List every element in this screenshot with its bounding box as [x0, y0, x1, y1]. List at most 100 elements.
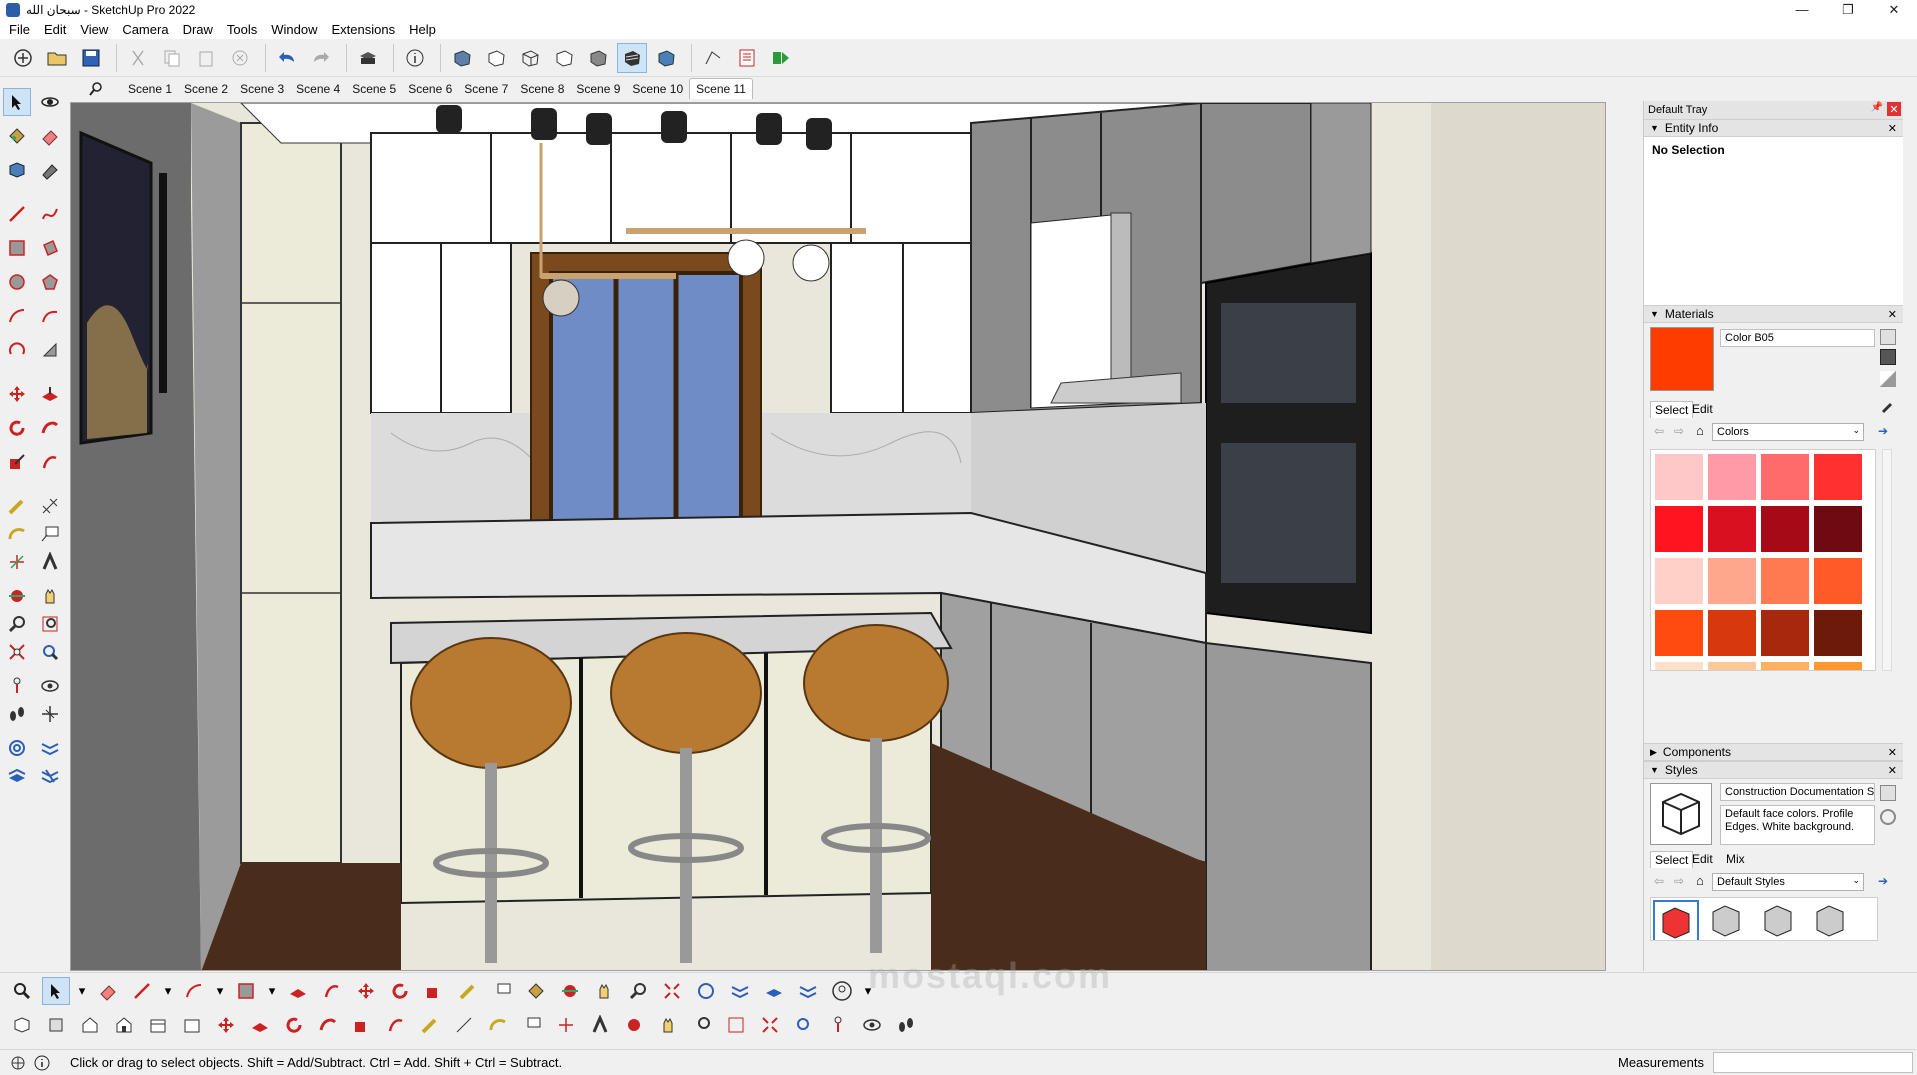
- arc-tool-icon[interactable]: [180, 977, 208, 1005]
- styles-header[interactable]: ▼ Styles ✕: [1644, 761, 1903, 779]
- select-tool-icon[interactable]: [42, 977, 70, 1005]
- material-swatch[interactable]: [1708, 610, 1756, 656]
- top-view-icon[interactable]: [42, 1011, 70, 1039]
- hidden-line-icon[interactable]: [549, 43, 579, 73]
- text-tool-icon[interactable]: [518, 1011, 546, 1039]
- three-point-arc-icon[interactable]: [3, 336, 31, 364]
- close-icon[interactable]: ✕: [1888, 764, 1897, 777]
- model-info-icon[interactable]: [400, 43, 430, 73]
- sandbox-from-contours-icon[interactable]: [692, 977, 720, 1005]
- material-swatch[interactable]: [1761, 454, 1809, 500]
- menu-tools[interactable]: Tools: [220, 22, 264, 37]
- tab-scene-1[interactable]: Scene 1: [122, 79, 178, 99]
- offset-tool-icon[interactable]: [36, 448, 64, 476]
- back-arrow-icon[interactable]: ⇦: [1654, 874, 1664, 888]
- previous-view-icon[interactable]: [36, 638, 64, 666]
- tab-scene-9[interactable]: Scene 9: [570, 79, 626, 99]
- forward-arrow-icon[interactable]: ⇨: [1674, 874, 1684, 888]
- shaded-textures-icon[interactable]: [617, 42, 647, 73]
- xray-style-icon[interactable]: [447, 43, 477, 73]
- material-library-dropdown[interactable]: Colors ⌄: [1712, 423, 1864, 441]
- orbit-icon[interactable]: [620, 1011, 648, 1039]
- paste-icon[interactable]: [191, 43, 221, 73]
- left-view-icon[interactable]: [178, 1011, 206, 1039]
- tab-scene-4[interactable]: Scene 4: [290, 79, 346, 99]
- smoove-icon[interactable]: [3, 762, 31, 790]
- menu-edit[interactable]: Edit: [37, 22, 73, 37]
- back-arrow-icon[interactable]: ⇦: [1654, 424, 1664, 438]
- zoom-extents-icon[interactable]: [756, 1011, 784, 1039]
- tab-scene-11[interactable]: Scene 11: [689, 78, 753, 99]
- move-tool-icon[interactable]: [212, 1011, 240, 1039]
- back-edges-icon[interactable]: [481, 43, 511, 73]
- zoom-extents-icon[interactable]: [3, 638, 31, 666]
- scale-tool-icon[interactable]: [348, 1011, 376, 1039]
- shaded-icon[interactable]: [583, 43, 613, 73]
- forward-arrow-icon[interactable]: ⇨: [1674, 424, 1684, 438]
- tab-scene-5[interactable]: Scene 5: [346, 79, 402, 99]
- right-view-icon[interactable]: [110, 1011, 138, 1039]
- pie-tool-icon[interactable]: [36, 336, 64, 364]
- current-material-swatch[interactable]: [1650, 327, 1714, 391]
- orbit-icon[interactable]: [556, 977, 584, 1005]
- material-swatch[interactable]: [1655, 662, 1703, 670]
- front-view-icon[interactable]: [76, 1011, 104, 1039]
- 3d-text-icon[interactable]: [586, 1011, 614, 1039]
- minimize-button[interactable]: —: [1779, 0, 1825, 19]
- freehand-tool-icon[interactable]: [36, 200, 64, 228]
- walk-tool-icon[interactable]: [3, 700, 31, 728]
- tab-scene-2[interactable]: Scene 2: [178, 79, 234, 99]
- menu-draw[interactable]: Draw: [176, 22, 220, 37]
- axes-tool-icon[interactable]: [3, 548, 31, 576]
- axes-tool-icon[interactable]: [552, 1011, 580, 1039]
- home-icon[interactable]: ⌂: [1696, 873, 1704, 888]
- zoom-extents-icon[interactable]: [658, 977, 686, 1005]
- zoom-tool-icon[interactable]: [688, 1011, 716, 1039]
- copy-icon[interactable]: [157, 43, 187, 73]
- circle-tool-icon[interactable]: [3, 268, 31, 296]
- select-tool-icon[interactable]: [3, 88, 31, 116]
- style-library-dropdown[interactable]: Default Styles ⌄: [1712, 873, 1864, 891]
- iso-view-icon[interactable]: [8, 1011, 36, 1039]
- zoom-tool-icon[interactable]: [624, 977, 652, 1005]
- eraser-tool-icon[interactable]: [94, 977, 122, 1005]
- material-swatch[interactable]: [1761, 610, 1809, 656]
- chevron-down-icon[interactable]: ▾: [162, 977, 174, 1005]
- cut-icon[interactable]: [123, 43, 153, 73]
- update-style-icon[interactable]: [1880, 809, 1896, 825]
- menu-help[interactable]: Help: [402, 22, 443, 37]
- stamp-icon[interactable]: [36, 762, 64, 790]
- materials-edit-tab[interactable]: Edit: [1692, 402, 1713, 416]
- account-icon[interactable]: [828, 977, 856, 1005]
- arc-tool-icon[interactable]: [3, 302, 31, 330]
- material-swatch[interactable]: [1708, 506, 1756, 552]
- text-tool-icon[interactable]: [36, 520, 64, 548]
- rectangle-tool-icon[interactable]: [232, 977, 260, 1005]
- open-folder-icon[interactable]: [42, 43, 72, 73]
- follow-me-icon[interactable]: [314, 1011, 342, 1039]
- entity-info-header[interactable]: ▼ Entity Info ✕: [1644, 119, 1903, 137]
- materials-select-tab[interactable]: Select: [1650, 401, 1694, 418]
- back-view-icon[interactable]: [144, 1011, 172, 1039]
- chevron-down-icon[interactable]: ▾: [266, 977, 278, 1005]
- sandbox-from-contours-icon[interactable]: [3, 734, 31, 762]
- stamp-icon[interactable]: [794, 977, 822, 1005]
- sample-paint-icon[interactable]: [1880, 371, 1896, 387]
- tray-close-icon[interactable]: ✕: [1887, 102, 1901, 116]
- display-secondary-pane-icon[interactable]: [1880, 349, 1896, 365]
- rotate-tool-icon[interactable]: [3, 414, 31, 442]
- tab-scene-7[interactable]: Scene 7: [458, 79, 514, 99]
- material-swatch[interactable]: [1708, 662, 1756, 670]
- pin-icon[interactable]: 📌: [1871, 102, 1883, 113]
- kitchen-model-scene[interactable]: [71, 103, 1606, 971]
- create-material-icon[interactable]: [1880, 329, 1896, 345]
- material-swatch[interactable]: [1814, 558, 1862, 604]
- smoove-icon[interactable]: [760, 977, 788, 1005]
- style-thumbnail-item[interactable]: [1653, 900, 1699, 940]
- style-thumbnail[interactable]: [1650, 783, 1712, 845]
- rotate-tool-icon[interactable]: [386, 977, 414, 1005]
- style-thumbnail-item[interactable]: [1705, 900, 1751, 940]
- scale-tool-icon[interactable]: [420, 977, 448, 1005]
- previous-view-icon[interactable]: [790, 1011, 818, 1039]
- menu-camera[interactable]: Camera: [115, 22, 175, 37]
